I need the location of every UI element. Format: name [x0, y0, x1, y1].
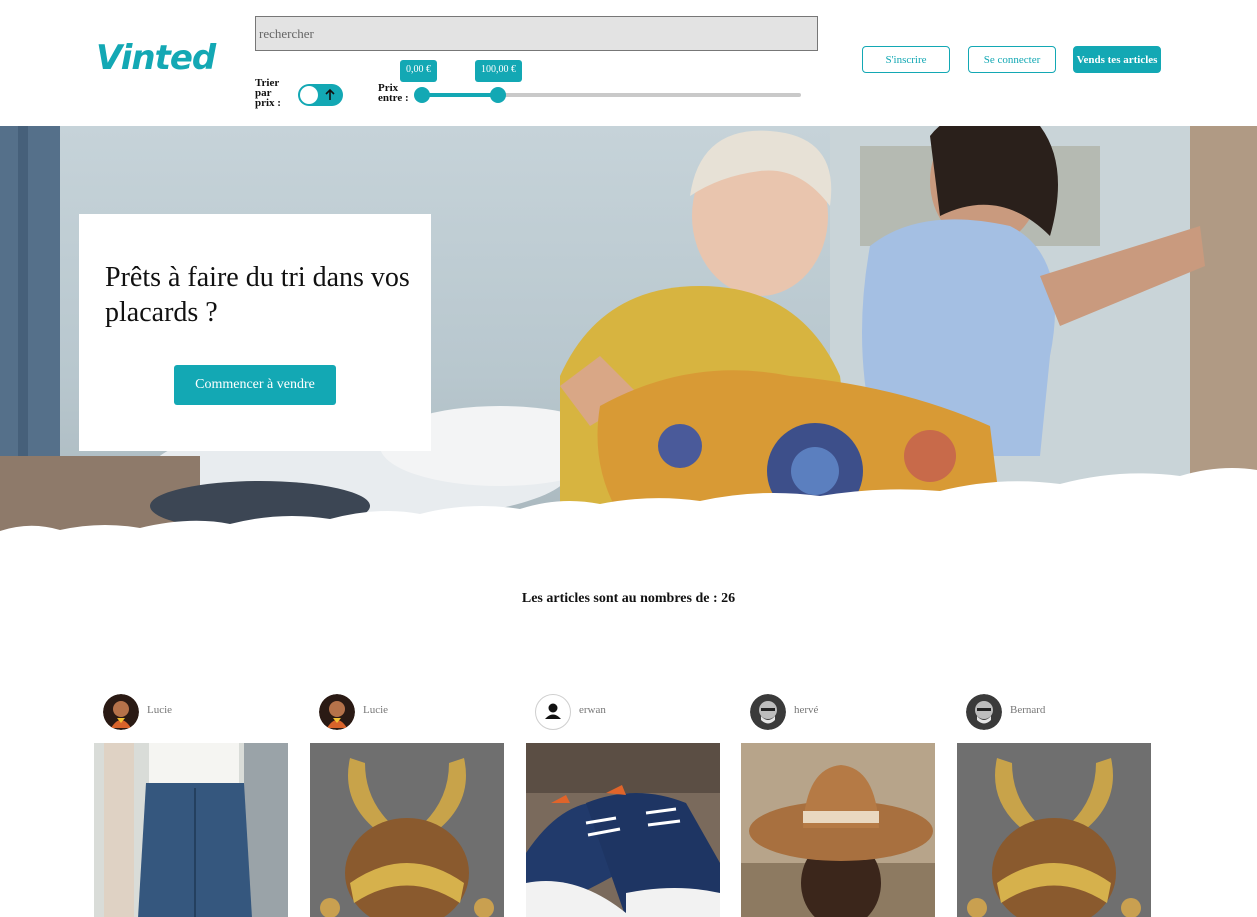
seller-name: Bernard: [1010, 704, 1046, 716]
price-min-value: 0,00 €: [400, 60, 437, 82]
price-range-label: Prix entre :: [378, 82, 409, 104]
price-range-fill: [421, 93, 498, 97]
default-user-icon[interactable]: [535, 694, 571, 730]
seller-info[interactable]: hervé: [750, 694, 930, 730]
login-button[interactable]: Se connecter: [968, 46, 1056, 73]
avatar[interactable]: [750, 694, 786, 730]
product-image[interactable]: [741, 743, 935, 917]
header: Vinted Trier par prix : Prix entre : 0,0…: [0, 0, 1257, 126]
avatar[interactable]: [103, 694, 139, 730]
product-image[interactable]: [310, 743, 504, 917]
sort-toggle[interactable]: [298, 84, 343, 106]
seller-name: Lucie: [363, 704, 389, 716]
price-max-handle[interactable]: [490, 87, 506, 103]
start-selling-button[interactable]: Commencer à vendre: [174, 365, 336, 405]
search-input[interactable]: [255, 16, 818, 51]
hero-banner: Prêts à faire du tri dans vos placards ?…: [0, 126, 1257, 540]
articles-count: Les articles sont au nombres de : 26: [521, 591, 736, 606]
sell-items-button[interactable]: Vends tes articles: [1073, 46, 1161, 73]
vinted-logo[interactable]: Vinted: [96, 38, 216, 78]
price-max-value: 100,00 €: [475, 60, 522, 82]
signup-button[interactable]: S'inscrire: [862, 46, 950, 73]
arrow-up-icon: [325, 88, 335, 100]
hero-card: Prêts à faire du tri dans vos placards ?…: [79, 214, 431, 451]
seller-name: hervé: [794, 704, 819, 716]
seller-info[interactable]: Lucie: [319, 694, 499, 730]
seller-info[interactable]: erwan: [535, 694, 715, 730]
hero-title: Prêts à faire du tri dans vos placards ?: [105, 262, 410, 328]
seller-info[interactable]: Lucie: [103, 694, 283, 730]
seller-info[interactable]: Bernard: [966, 694, 1146, 730]
product-image[interactable]: [94, 743, 288, 917]
product-image[interactable]: [526, 743, 720, 917]
price-min-handle[interactable]: [414, 87, 430, 103]
toggle-knob: [300, 86, 318, 104]
avatar[interactable]: [966, 694, 1002, 730]
seller-name: Lucie: [147, 704, 173, 716]
seller-name: erwan: [579, 704, 606, 716]
avatar[interactable]: [319, 694, 355, 730]
sort-label: Trier par prix :: [255, 77, 281, 109]
product-image[interactable]: [957, 743, 1151, 917]
